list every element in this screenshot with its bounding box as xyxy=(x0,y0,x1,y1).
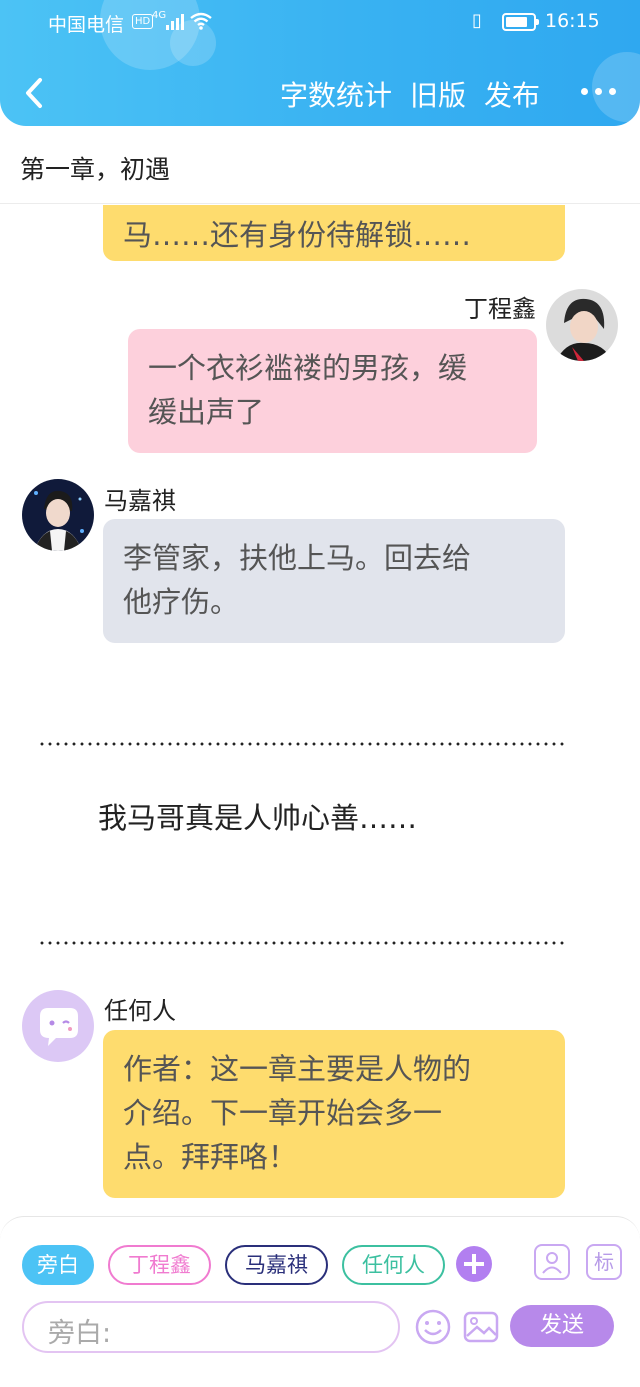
avatar[interactable] xyxy=(22,990,94,1062)
chat-story-editor: 中国电信 HD 4G ▯ 16:15 字数统计 旧版 发布 第一章，初遇 马……… xyxy=(0,0,640,1387)
message-text: 马……还有身份待解锁…… xyxy=(123,218,472,252)
message-line: 他疗伤。 xyxy=(123,585,240,619)
contact-card-icon[interactable] xyxy=(534,1244,570,1280)
composer-panel: 旁白 丁程鑫 马嘉祺 任何人 标 旁白: 发送 xyxy=(0,1216,640,1387)
message-bubble[interactable]: 李管家，扶他上马。回去给 他疗伤。 xyxy=(103,519,565,643)
chevron-left-icon[interactable] xyxy=(20,74,50,112)
vibrate-icon: ▯ xyxy=(472,10,482,31)
role-chip-ma[interactable]: 马嘉祺 xyxy=(225,1245,328,1285)
more-dots-icon[interactable] xyxy=(581,88,616,95)
role-chip-narration[interactable]: 旁白 xyxy=(22,1245,94,1285)
chapter-title-bar[interactable]: 第一章，初遇 xyxy=(0,126,640,204)
message-bubble[interactable]: 一个衣衫褴褛的男孩，缓 缓出声了 xyxy=(128,329,537,453)
avatar-photo-icon xyxy=(22,479,94,551)
signal-icon xyxy=(166,14,186,30)
top-header: 中国电信 HD 4G ▯ 16:15 字数统计 旧版 发布 xyxy=(0,0,640,126)
avatar-photo-icon xyxy=(546,289,618,361)
dotted-divider xyxy=(38,941,566,945)
carrier-name: 中国电信 xyxy=(48,14,125,36)
plus-icon[interactable] xyxy=(456,1246,492,1282)
speaker-name: 任何人 xyxy=(104,997,176,1025)
message-line: 介绍。下一章开始会多一 xyxy=(123,1096,443,1130)
message-line: 作者：这一章主要是人物的 xyxy=(123,1052,472,1086)
message-line: 李管家，扶他上马。回去给 xyxy=(123,541,472,575)
battery-icon xyxy=(502,13,539,31)
chapter-title: 第一章，初遇 xyxy=(20,155,171,184)
dotted-divider xyxy=(38,742,566,746)
image-icon[interactable] xyxy=(462,1308,500,1346)
send-button[interactable]: 发送 xyxy=(510,1305,614,1347)
role-chip-anyone[interactable]: 任何人 xyxy=(342,1245,445,1285)
speaker-name: 丁程鑫 xyxy=(464,295,536,323)
word-count-button[interactable]: 字数统计 xyxy=(280,74,392,114)
message-input[interactable]: 旁白: xyxy=(22,1301,400,1353)
chat-area[interactable]: 马……还有身份待解锁…… 丁程鑫 一个衣衫褴褛的男孩，缓 缓出声了 马嘉祺 李管… xyxy=(0,205,640,1215)
avatar[interactable] xyxy=(22,479,94,551)
chat-bubble-icon xyxy=(40,1008,78,1046)
input-placeholder: 旁白: xyxy=(48,1318,112,1349)
narration-text[interactable]: 我马哥真是人帅心善…… xyxy=(98,795,417,837)
hd-badge: HD xyxy=(132,14,154,29)
wifi-icon xyxy=(190,12,212,30)
avatar[interactable] xyxy=(546,289,618,361)
message-line: 点。拜拜咯！ xyxy=(123,1140,298,1174)
mark-button[interactable]: 标 xyxy=(586,1244,622,1280)
publish-button[interactable]: 发布 xyxy=(484,74,540,114)
clock: 16:15 xyxy=(545,10,600,32)
message-line: 一个衣衫褴褛的男孩，缓 xyxy=(148,351,468,385)
decor-bubble xyxy=(592,52,640,122)
message-bubble[interactable]: 作者：这一章主要是人物的 介绍。下一章开始会多一 点。拜拜咯！ xyxy=(103,1030,565,1198)
speaker-name: 马嘉祺 xyxy=(104,487,176,515)
status-bar: 中国电信 HD 4G ▯ 16:15 xyxy=(0,8,640,38)
network-type: 4G xyxy=(152,10,167,21)
message-bubble[interactable]: 马……还有身份待解锁…… xyxy=(103,205,565,261)
smiley-icon[interactable] xyxy=(414,1308,452,1346)
role-chip-ding[interactable]: 丁程鑫 xyxy=(108,1245,211,1285)
old-version-button[interactable]: 旧版 xyxy=(410,74,466,114)
header-actions: 字数统计 旧版 发布 xyxy=(280,74,540,114)
message-line: 缓出声了 xyxy=(148,395,265,429)
